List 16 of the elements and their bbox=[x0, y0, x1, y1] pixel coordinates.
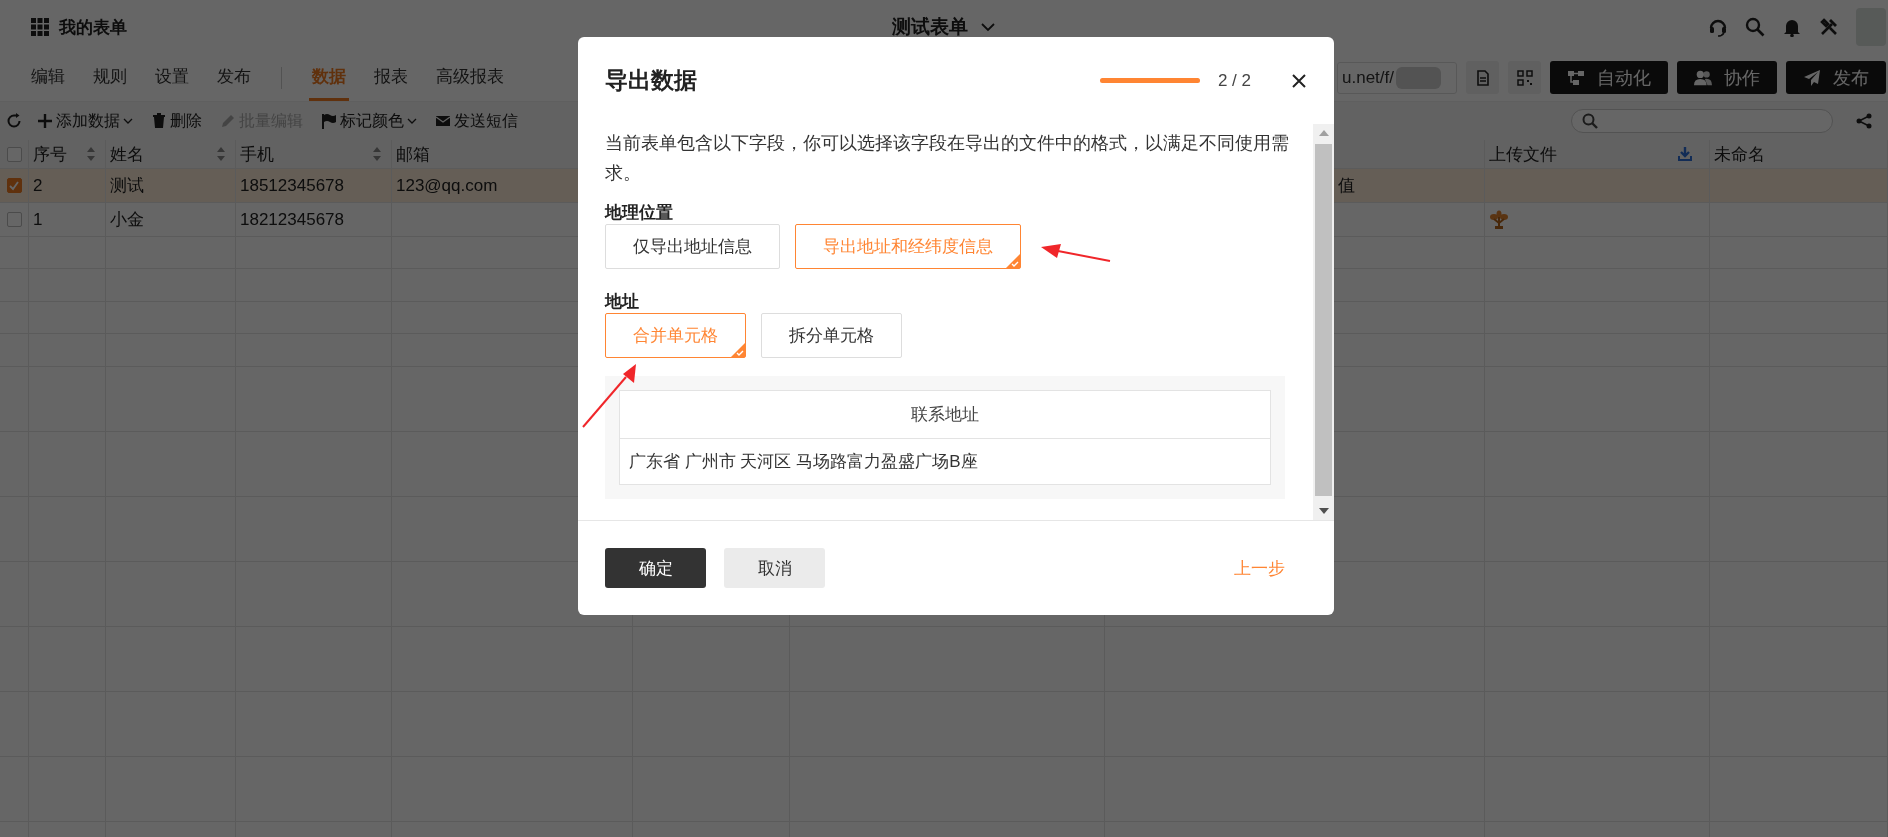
dialog-title: 导出数据 bbox=[605, 66, 697, 95]
table-cell-text: 测试 bbox=[110, 175, 144, 197]
table-cell-text: 值 bbox=[1338, 175, 1355, 197]
preview-header: 联系地址 bbox=[620, 391, 1270, 439]
step-counter: 2 / 2 bbox=[1217, 70, 1251, 91]
section-label: 地址 bbox=[605, 291, 640, 313]
table-cell: 1 bbox=[33, 209, 43, 230]
table-cell: 18212345678 bbox=[240, 209, 344, 230]
table-cell-text: 小金 bbox=[110, 209, 144, 231]
preview-cell-text: 广东省 广州市 天河区 马场路富力盈盛广场B座 bbox=[628, 451, 979, 473]
section-label: 地理位置 bbox=[605, 202, 674, 224]
description-text: 当前表单包含以下字段，你可以选择该字段在导出的文件中的格式，以满足不同使用需求。 bbox=[605, 132, 1290, 185]
table-cell: 123@qq.com bbox=[396, 175, 498, 196]
table-cell: 18512345678 bbox=[240, 175, 344, 196]
app-title: 我的表单 bbox=[59, 16, 127, 39]
table-cell: 2 bbox=[33, 175, 43, 196]
